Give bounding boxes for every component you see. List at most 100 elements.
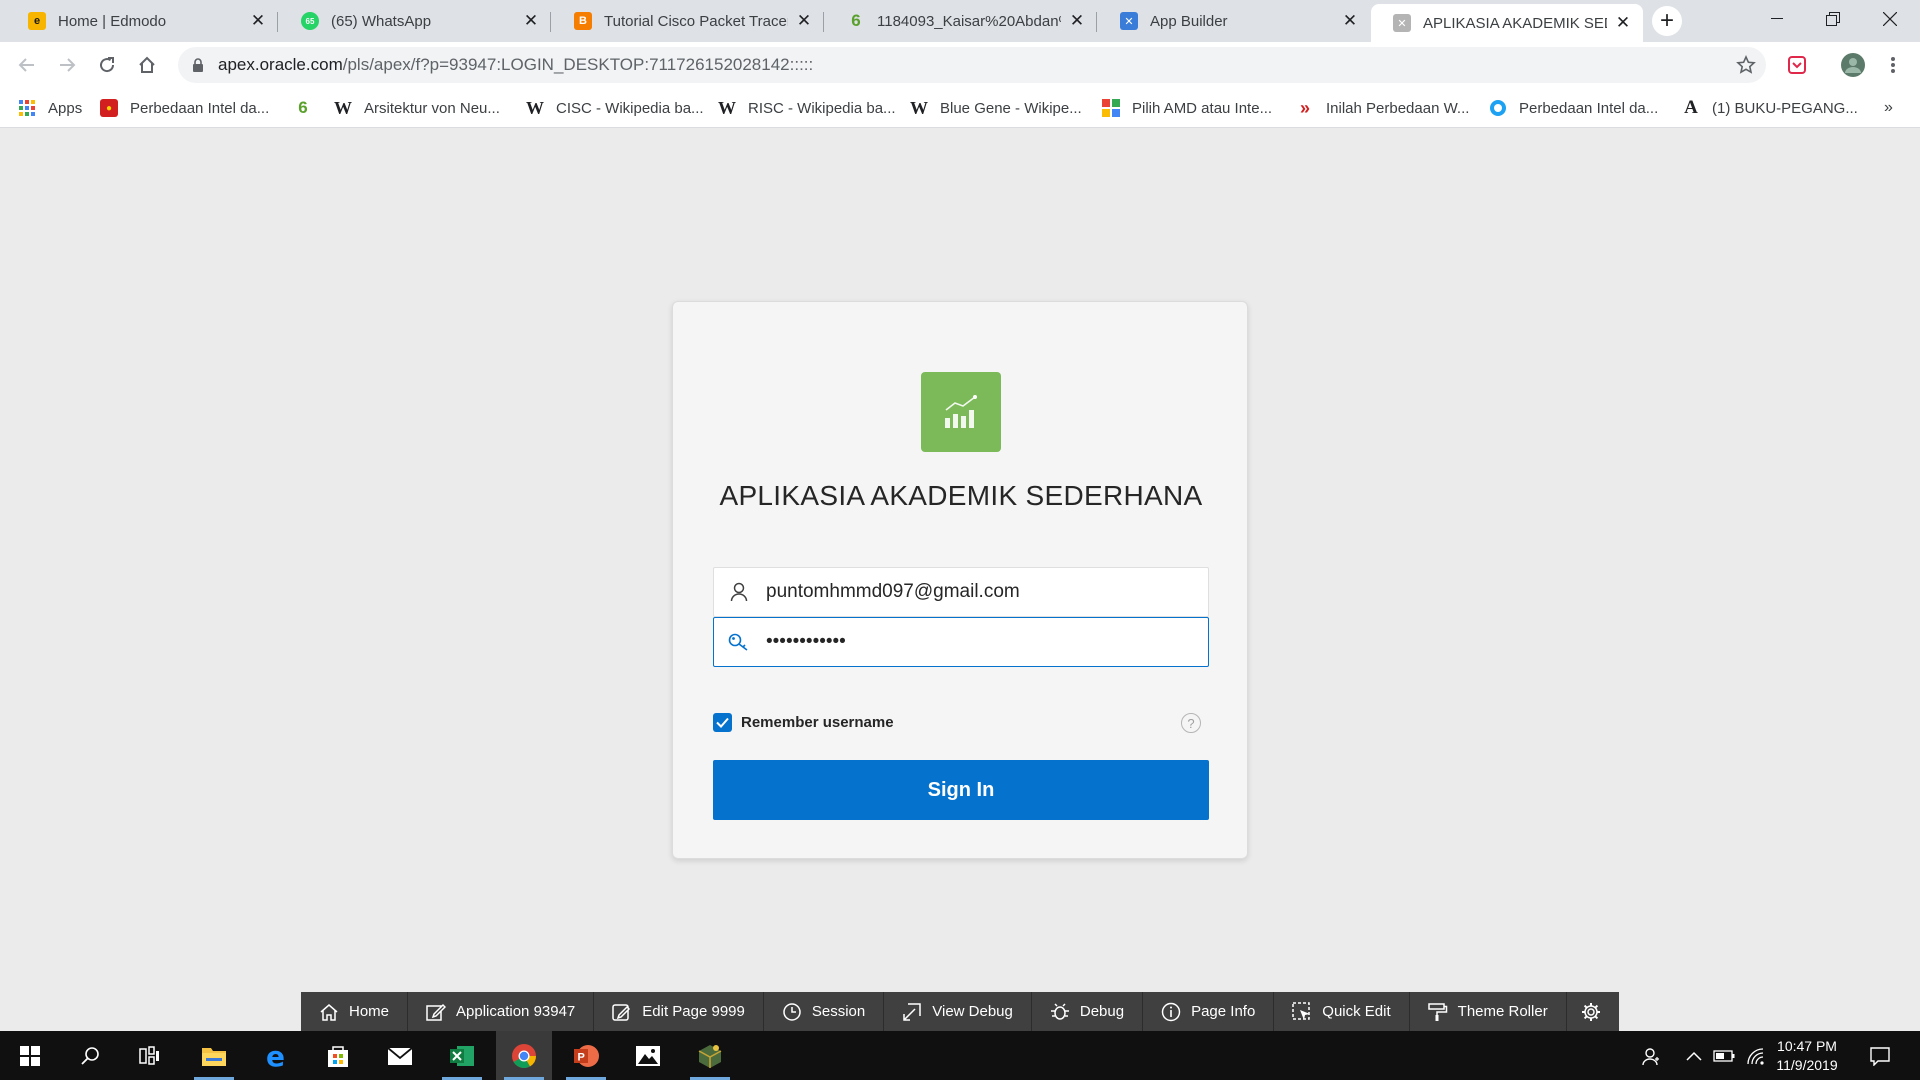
help-icon[interactable]: ? <box>1181 713 1201 733</box>
taskbar-photos[interactable] <box>620 1031 676 1080</box>
wikipedia-icon: W <box>334 97 352 118</box>
dev-debug-button[interactable]: Debug <box>1032 992 1144 1031</box>
powerpoint-icon: P <box>574 1044 599 1067</box>
browser-menu-button[interactable] <box>1878 50 1908 80</box>
apex-icon: ✕ <box>1120 12 1138 30</box>
bookmark-item[interactable]: Pilih AMD atau Inte... <box>1102 96 1272 120</box>
close-icon[interactable]: ✕ <box>1067 11 1087 31</box>
tab-title: App Builder <box>1150 12 1228 30</box>
bookmark-star-button[interactable] <box>1731 50 1761 80</box>
bookmark-item[interactable]: Perbedaan Intel da... <box>1489 96 1658 120</box>
tab-aplikasia-akademik[interactable]: ✕ APLIKASIA AKADEMIK SEDERHANA ✕ <box>1371 4 1643 42</box>
taskbar-store[interactable] <box>310 1031 366 1080</box>
more-bookmarks-button[interactable]: » <box>1884 96 1893 120</box>
taskbar-edge[interactable]: e <box>248 1031 304 1080</box>
close-window-button[interactable] <box>1862 0 1918 38</box>
tab-app-builder[interactable]: ✕ App Builder ✕ <box>1098 4 1370 38</box>
photos-icon <box>636 1045 660 1066</box>
close-icon[interactable]: ✕ <box>521 11 541 31</box>
tab-kaisar-file[interactable]: 6 1184093_Kaisar%20Abdan%... ✕ <box>825 4 1097 38</box>
taskbar-powerpoint[interactable]: P <box>558 1031 614 1080</box>
bookmark-item[interactable]: W Blue Gene - Wikipe... <box>910 96 1082 120</box>
sign-in-button[interactable]: Sign In <box>713 760 1209 820</box>
dev-session-button[interactable]: Session <box>764 992 885 1031</box>
people-button[interactable] <box>1636 1031 1664 1080</box>
red-chevron-icon: » <box>1299 97 1310 118</box>
minimize-button[interactable] <box>1749 0 1805 38</box>
username-field[interactable] <box>713 567 1209 617</box>
remember-label: Remember username <box>741 714 894 731</box>
tab-cisco-tutorial[interactable]: B Tutorial Cisco Packet Tracer: I ✕ <box>552 4 824 38</box>
bookmark-apps[interactable]: Apps <box>18 96 82 120</box>
bookmark-label: CISC - Wikipedia ba... <box>556 99 704 117</box>
apex-developer-toolbar: Home Application 93947 Edit Page 9999 Se… <box>301 992 1619 1031</box>
bookmark-item[interactable]: 6 <box>294 96 312 120</box>
bookmark-item[interactable]: W Arsitektur von Neu... <box>334 96 500 120</box>
bookmark-item[interactable]: W CISC - Wikipedia ba... <box>526 96 704 120</box>
dev-edit-page-button[interactable]: Edit Page 9999 <box>594 992 764 1031</box>
dev-theme-roller-button[interactable]: Theme Roller <box>1410 992 1567 1031</box>
dev-settings-button[interactable] <box>1567 992 1615 1031</box>
battery-icon <box>1713 1049 1735 1062</box>
close-icon[interactable]: ✕ <box>1613 13 1633 33</box>
close-icon[interactable]: ✕ <box>1340 11 1360 31</box>
close-icon[interactable]: ✕ <box>794 11 814 31</box>
tab-separator <box>277 12 278 32</box>
bookmark-item[interactable]: ● Perbedaan Intel da... <box>100 96 269 120</box>
gear-icon <box>1581 1002 1601 1022</box>
taskbar-app-installer[interactable] <box>682 1031 738 1080</box>
password-field[interactable] <box>713 617 1209 667</box>
bookmark-label: Pilih AMD atau Inte... <box>1132 99 1273 117</box>
search-button[interactable] <box>62 1031 118 1080</box>
taskbar-chrome[interactable] <box>496 1031 552 1080</box>
dev-application-button[interactable]: Application 93947 <box>408 992 595 1031</box>
forward-button[interactable] <box>52 50 82 80</box>
dev-home-button[interactable]: Home <box>301 992 409 1031</box>
close-icon[interactable]: ✕ <box>248 11 268 31</box>
bookmark-item[interactable]: W RISC - Wikipedia ba... <box>718 96 896 120</box>
bookmark-item[interactable]: » Inilah Perbedaan W... <box>1296 96 1469 120</box>
task-view-button[interactable] <box>122 1031 178 1080</box>
remember-username[interactable]: Remember username <box>713 713 894 732</box>
taskbar-mail[interactable] <box>372 1031 428 1080</box>
new-tab-button[interactable]: + <box>1652 6 1682 36</box>
store-icon <box>328 1045 348 1067</box>
taskbar-excel[interactable] <box>434 1031 490 1080</box>
home-button[interactable] <box>132 50 162 80</box>
show-hidden-icons-button[interactable] <box>1682 1031 1706 1080</box>
tab-whatsapp[interactable]: 65 (65) WhatsApp ✕ <box>279 4 551 38</box>
dev-view-debug-button[interactable]: View Debug <box>884 992 1032 1031</box>
tab-edmodo[interactable]: e Home | Edmodo ✕ <box>6 4 278 38</box>
bookmark-item[interactable]: A (1) BUKU-PEGANG... <box>1682 96 1858 120</box>
taskbar-clock[interactable]: 10:47 PM 11/9/2019 <box>1762 1037 1852 1075</box>
quick-edit-icon <box>1292 1001 1312 1022</box>
task-view-icon <box>139 1045 159 1065</box>
pocket-extension-button[interactable] <box>1782 50 1812 80</box>
profile-avatar-button[interactable] <box>1838 50 1868 80</box>
people-icon <box>1642 1047 1659 1065</box>
dev-label: Quick Edit <box>1322 1003 1391 1020</box>
wikipedia-icon: W <box>910 97 928 118</box>
bookmark-label: Perbedaan Intel da... <box>130 99 270 117</box>
username-input[interactable] <box>766 581 1196 603</box>
restore-icon <box>1826 12 1840 26</box>
taskbar-file-explorer[interactable] <box>186 1031 242 1080</box>
notification-icon <box>1870 1046 1890 1066</box>
address-bar[interactable]: apex.oracle.com/pls/apex/f?p=93947:LOGIN… <box>178 47 1766 83</box>
blogger-icon: B <box>574 12 592 30</box>
reload-button[interactable] <box>92 50 122 80</box>
battery-button[interactable] <box>1710 1031 1738 1080</box>
password-input[interactable] <box>766 631 1196 653</box>
letter-a-icon: A <box>1684 97 1698 118</box>
start-button[interactable] <box>2 1031 58 1080</box>
action-center-button[interactable] <box>1864 1031 1896 1080</box>
remember-checkbox[interactable] <box>713 713 732 732</box>
restore-button[interactable] <box>1805 0 1861 38</box>
dev-label: View Debug <box>932 1003 1013 1020</box>
dev-quick-edit-button[interactable]: Quick Edit <box>1274 992 1410 1031</box>
back-button[interactable] <box>12 50 42 80</box>
dev-page-info-button[interactable]: Page Info <box>1143 992 1275 1031</box>
tab-separator <box>1096 12 1097 32</box>
bookmark-label: Blue Gene - Wikipe... <box>940 99 1082 117</box>
wikipedia-icon: W <box>718 97 736 118</box>
